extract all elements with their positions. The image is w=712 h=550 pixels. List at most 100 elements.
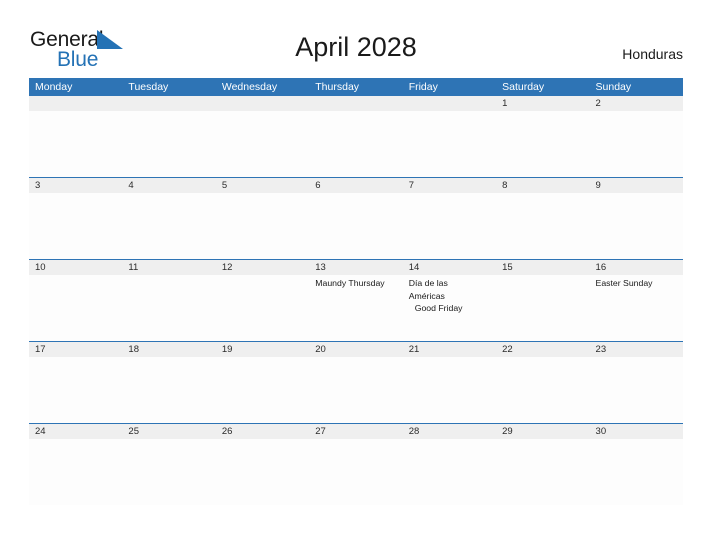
- day-number-16[interactable]: 16: [590, 260, 683, 275]
- calendar-page: General Blue April 2028 Honduras Monday T…: [0, 0, 712, 550]
- day-number-13[interactable]: 13: [309, 260, 402, 275]
- day-number-1[interactable]: 1: [496, 96, 589, 111]
- day-of-week-friday: Friday: [408, 81, 438, 93]
- week-date-band: 24 25 26 27 28 29 30: [29, 424, 683, 439]
- day-number-18[interactable]: 18: [122, 342, 215, 357]
- day-cell-17[interactable]: [29, 357, 122, 423]
- day-number-17[interactable]: 17: [29, 342, 122, 357]
- day-cell-20[interactable]: [309, 357, 402, 423]
- day-cell-7[interactable]: [403, 193, 496, 259]
- calendar-weeks: 1 2 3 4 5 6 7 8 9 10 11 12 13 14 15 16 Maundy Thursday Dí…: [29, 96, 683, 505]
- calendar-week-row: 12: [29, 96, 683, 177]
- day-number-30[interactable]: 30: [590, 424, 683, 439]
- page-title: April 2028: [295, 32, 417, 62]
- day-cell-9[interactable]: [590, 193, 683, 259]
- day-number-11[interactable]: 11: [122, 260, 215, 275]
- week-date-band: 3456789: [29, 178, 683, 193]
- day-cell-empty: [216, 111, 309, 177]
- day-number-empty: [309, 96, 402, 111]
- day-of-week-saturday: Saturday: [502, 81, 545, 93]
- day-of-week-monday: Monday: [35, 81, 73, 93]
- day-number-8[interactable]: 8: [496, 178, 589, 193]
- day-number-29[interactable]: 29: [496, 424, 589, 439]
- day-cell-empty: [122, 111, 215, 177]
- day-cell-19[interactable]: [216, 357, 309, 423]
- day-cell-1[interactable]: [496, 111, 589, 177]
- day-number-12[interactable]: 12: [216, 260, 309, 275]
- day-number-19[interactable]: 19: [216, 342, 309, 357]
- day-number-22[interactable]: 22: [496, 342, 589, 357]
- day-cell-18[interactable]: [122, 357, 215, 423]
- day-number-9[interactable]: 9: [590, 178, 683, 193]
- day-number-10[interactable]: 10: [29, 260, 122, 275]
- week-event-band: [29, 439, 683, 505]
- week-date-band: 12: [29, 96, 683, 111]
- holiday-label: Maundy Thursday: [315, 278, 385, 288]
- country-label: Honduras: [622, 46, 683, 62]
- day-number-14[interactable]: 14: [403, 260, 496, 275]
- holiday-label: Américas: [408, 290, 445, 301]
- day-cell-2[interactable]: [590, 111, 683, 177]
- day-cell-empty: [403, 111, 496, 177]
- day-cell-22[interactable]: [496, 357, 589, 423]
- day-number-6[interactable]: 6: [309, 178, 402, 193]
- day-number-26[interactable]: 26: [216, 424, 309, 439]
- day-number-4[interactable]: 4: [122, 178, 215, 193]
- week-event-band: [29, 193, 683, 259]
- day-number-25[interactable]: 25: [122, 424, 215, 439]
- day-of-week-header-row: Monday Tuesday Wednesday Thursday Friday Satu…: [29, 78, 683, 96]
- day-number-2[interactable]: 2: [590, 96, 683, 111]
- day-number-24[interactable]: 24: [29, 424, 122, 439]
- calendar-week-row: 3456789: [29, 177, 683, 259]
- day-cell-8[interactable]: [496, 193, 589, 259]
- day-number-empty: [29, 96, 122, 111]
- day-cell-11[interactable]: [122, 275, 215, 341]
- calendar-grid: Monday Tuesday Wednesday Thursday Friday Satu…: [29, 78, 683, 505]
- day-cell-27[interactable]: [309, 439, 402, 505]
- day-cell-6[interactable]: [309, 193, 402, 259]
- day-number-28[interactable]: 28: [403, 424, 496, 439]
- day-cell-14[interactable]: Día de las Américas Good Friday: [403, 275, 496, 341]
- day-cell-empty: [29, 111, 122, 177]
- day-cell-28[interactable]: [403, 439, 496, 505]
- day-cell-25[interactable]: [122, 439, 215, 505]
- day-number-3[interactable]: 3: [29, 178, 122, 193]
- day-number-21[interactable]: 21: [403, 342, 496, 357]
- day-number-empty: [122, 96, 215, 111]
- day-number-15[interactable]: 15: [496, 260, 589, 275]
- day-of-week-sunday: Sunday: [595, 81, 632, 93]
- day-number-7[interactable]: 7: [403, 178, 496, 193]
- day-cell-21[interactable]: [403, 357, 496, 423]
- day-cell-23[interactable]: [590, 357, 683, 423]
- day-cell-16[interactable]: Easter Sunday: [590, 275, 683, 341]
- day-number-23[interactable]: 23: [590, 342, 683, 357]
- day-of-week-tuesday: Tuesday: [128, 81, 169, 93]
- day-cell-15[interactable]: [496, 275, 589, 341]
- day-cell-4[interactable]: [122, 193, 215, 259]
- day-cell-5[interactable]: [216, 193, 309, 259]
- day-number-27[interactable]: 27: [309, 424, 402, 439]
- week-event-band: Maundy Thursday Día de las Américas Good F…: [29, 275, 683, 341]
- calendar-week-row: 10 11 12 13 14 15 16 Maundy Thursday Día de las A…: [29, 259, 683, 341]
- holiday-label: Good Friday: [414, 303, 463, 314]
- day-cell-3[interactable]: [29, 193, 122, 259]
- day-of-week-thursday: Thursday: [315, 81, 360, 93]
- holiday-label: Easter Sunday: [595, 278, 653, 288]
- week-event-band: [29, 357, 683, 423]
- week-date-band: 10 11 12 13 14 15 16: [29, 260, 683, 275]
- day-cell-29[interactable]: [496, 439, 589, 505]
- day-cell-10[interactable]: [29, 275, 122, 341]
- day-number-empty: [216, 96, 309, 111]
- calendar-week-row: 17 18 19 20 21 22 23: [29, 341, 683, 423]
- calendar-week-row: 24 25 26 27 28 29 30: [29, 423, 683, 505]
- day-number-5[interactable]: 5: [216, 178, 309, 193]
- day-cell-26[interactable]: [216, 439, 309, 505]
- day-cell-empty: [309, 111, 402, 177]
- day-of-week-wednesday: Wednesday: [221, 81, 278, 93]
- day-cell-24[interactable]: [29, 439, 122, 505]
- page-header: General Blue April 2028 Honduras: [0, 0, 712, 78]
- day-cell-30[interactable]: [590, 439, 683, 505]
- day-cell-12[interactable]: [216, 275, 309, 341]
- day-cell-13[interactable]: Maundy Thursday: [309, 275, 402, 341]
- day-number-20[interactable]: 20: [309, 342, 402, 357]
